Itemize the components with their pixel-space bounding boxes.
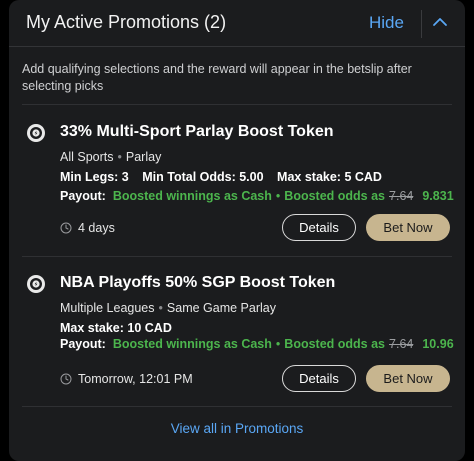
limit-max-stake: Max stake: 5 CAD <box>277 170 382 184</box>
payout-mode: Boosted winnings as Cash <box>112 337 272 351</box>
boosted-odds: 9.831 <box>422 189 454 203</box>
payout-mode: Boosted winnings as Cash <box>112 189 272 203</box>
limit-min-legs: Min Legs: 3 <box>60 170 129 184</box>
original-odds: 7.64 <box>389 337 414 351</box>
payout-row: Payout: Boosted winnings as Cash • Boost… <box>60 189 454 203</box>
separator-dot: • <box>275 337 281 351</box>
bet-now-button[interactable]: Bet Now <box>366 214 450 241</box>
boosted-odds: 10.96 <box>422 337 454 351</box>
promotion-limits: Min Legs: 3 Min Total Odds: 5.00 Max sta… <box>60 170 392 184</box>
promotion-scope: All Sports • Parlay <box>60 150 161 164</box>
timer-icon <box>60 222 72 234</box>
details-button[interactable]: Details <box>282 365 356 392</box>
promotion-title: NBA Playoffs 50% SGP Boost Token <box>60 274 336 291</box>
promotion-limits: Max stake: 10 CAD <box>60 321 182 335</box>
boost-label: Boosted odds as <box>284 189 386 203</box>
divider <box>22 104 452 105</box>
chevron-up-icon[interactable] <box>432 14 448 30</box>
payout-label: Payout: <box>60 189 106 203</box>
promotions-panel: My Active Promotions (2) Hide Add qualif… <box>9 0 465 461</box>
promotion-title: 33% Multi-Sport Parlay Boost Token <box>60 123 334 140</box>
payout-row: Payout: Boosted winnings as Cash • Boost… <box>60 337 454 351</box>
promotion-type: Same Game Parlay <box>166 301 276 315</box>
expiry-text: 4 days <box>78 221 115 235</box>
separator-dot: • <box>117 150 122 164</box>
header-divider-line <box>9 46 465 47</box>
expiry-text: Tomorrow, 12:01 PM <box>78 372 193 386</box>
promotion-scope: Multiple Leagues • Same Game Parlay <box>60 301 276 315</box>
boost-label: Boosted odds as <box>284 337 386 351</box>
details-button[interactable]: Details <box>282 214 356 241</box>
payout-label: Payout: <box>60 337 106 351</box>
divider <box>22 256 452 257</box>
promotions-description: Add qualifying selections and the reward… <box>22 62 412 93</box>
promotion-category: Multiple Leagues <box>60 301 155 315</box>
boost-token-icon <box>27 124 45 142</box>
panel-header: My Active Promotions (2) Hide <box>9 0 465 46</box>
view-all-promotions-link[interactable]: View all in Promotions <box>9 421 465 436</box>
timer-icon <box>60 373 72 385</box>
limit-max-stake: Max stake: 10 CAD <box>60 321 172 335</box>
page-title: My Active Promotions (2) <box>26 12 227 32</box>
bet-now-button[interactable]: Bet Now <box>366 365 450 392</box>
separator-dot: • <box>275 189 281 203</box>
header-divider <box>421 10 422 38</box>
hide-button[interactable]: Hide <box>369 13 404 33</box>
separator-dot: • <box>158 301 163 315</box>
divider <box>22 406 452 407</box>
expiry-row: 4 days <box>60 221 115 235</box>
limit-min-total-odds: Min Total Odds: 5.00 <box>142 170 264 184</box>
promotion-category: All Sports <box>60 150 114 164</box>
boost-token-icon <box>27 275 45 293</box>
original-odds: 7.64 <box>389 189 414 203</box>
promotion-type: Parlay <box>125 150 162 164</box>
expiry-row: Tomorrow, 12:01 PM <box>60 372 193 386</box>
